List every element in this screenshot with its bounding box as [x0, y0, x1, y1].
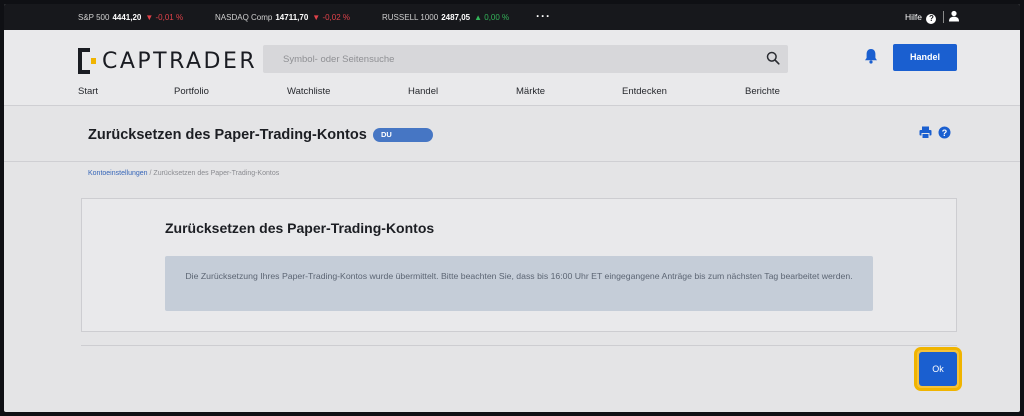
nav-entdecken[interactable]: Entdecken — [622, 86, 667, 97]
account-badge[interactable]: DU — [373, 128, 433, 142]
captrader-logo[interactable]: CAPTRADER — [78, 48, 257, 74]
breadcrumb-current: Zurücksetzen des Paper-Trading-Kontos — [153, 170, 280, 177]
logo-text: CAPTRADER — [102, 48, 258, 74]
ticker-item-sp500[interactable]: S&P 500 4441,20 ▼ -0,01 % — [78, 13, 183, 22]
nav-start[interactable]: Start — [78, 86, 98, 97]
breadcrumb-link-kontoeinstellungen[interactable]: Kontoeinstellungen — [88, 170, 148, 177]
nav-portfolio[interactable]: Portfolio — [174, 86, 209, 97]
ticker-value: 4441,20 — [112, 13, 142, 22]
print-icon[interactable] — [919, 126, 932, 144]
trade-button[interactable]: Handel — [893, 44, 957, 71]
info-message: Die Zurücksetzung Ihres Paper-Trading-Ko… — [185, 271, 853, 281]
ticker-name: S&P 500 — [78, 13, 110, 22]
ok-button[interactable]: Ok — [919, 352, 957, 386]
ticker-name: NASDAQ Comp — [215, 13, 273, 22]
ok-button-highlight: Ok — [914, 347, 962, 391]
ticker-item-nasdaq[interactable]: NASDAQ Comp 14711,70 ▼ -0,02 % — [215, 13, 350, 22]
ticker-change: ▼ -0,01 % — [145, 13, 184, 22]
market-ticker-bar: S&P 500 4441,20 ▼ -0,01 % NASDAQ Comp 14711… — [4, 4, 1020, 30]
ticker-name: RUSSELL 1000 — [382, 13, 439, 22]
nav-maerkte[interactable]: Märkte — [516, 86, 545, 97]
breadcrumb: Kontoeinstellungen / Zurücksetzen des Pa… — [88, 170, 279, 177]
main-header: CAPTRADER Symbol- oder Seitensuche Hande… — [4, 30, 1020, 106]
ticker-change: ▼ -0,02 % — [312, 13, 351, 22]
svg-text:?: ? — [942, 128, 948, 138]
ticker-change: ▲ 0,00 % — [474, 13, 510, 22]
card-title: Zurücksetzen des Paper-Trading-Kontos — [165, 220, 435, 236]
help-link[interactable]: Hilfe ? — [905, 12, 937, 24]
info-message-box: Die Zurücksetzung Ihres Paper-Trading-Ko… — [165, 256, 873, 311]
nav-handel[interactable]: Handel — [408, 86, 438, 97]
help-icon: ? — [926, 14, 937, 24]
ticker-value: 2487,05 — [441, 13, 471, 22]
nav-watchliste[interactable]: Watchliste — [287, 86, 330, 97]
search-input[interactable]: Symbol- oder Seitensuche — [283, 54, 394, 65]
more-tickers-button[interactable]: ··· — [536, 9, 551, 23]
search-bar[interactable]: Symbol- oder Seitensuche — [263, 45, 788, 73]
page-header: Zurücksetzen des Paper-Trading-Kontos DU… — [4, 107, 1020, 162]
divider — [943, 11, 944, 23]
help-label: Hilfe — [905, 12, 923, 22]
help-circle-icon[interactable]: ? — [938, 126, 951, 144]
search-icon[interactable] — [766, 51, 780, 70]
confirmation-card: Zurücksetzen des Paper-Trading-Kontos Di… — [81, 198, 957, 332]
logo-mark-icon — [78, 48, 96, 74]
page-title: Zurücksetzen des Paper-Trading-Kontos — [88, 127, 367, 143]
notification-bell-icon[interactable] — [864, 48, 878, 69]
nav-berichte[interactable]: Berichte — [745, 86, 780, 97]
user-icon[interactable] — [948, 10, 960, 24]
ticker-value: 14711,70 — [275, 13, 309, 22]
footer-divider — [81, 345, 957, 346]
breadcrumb-separator: / — [149, 170, 152, 177]
app-window: S&P 500 4441,20 ▼ -0,01 % NASDAQ Comp 14711… — [4, 4, 1020, 412]
ticker-item-russell[interactable]: RUSSELL 1000 2487,05 ▲ 0,00 % — [382, 13, 509, 22]
